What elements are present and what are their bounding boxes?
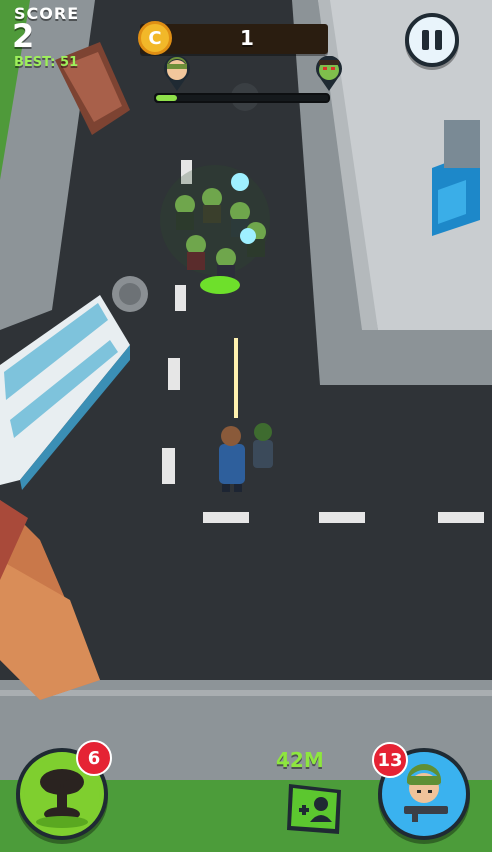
- distance-label: 42M: [276, 748, 324, 772]
- score-value: 2: [12, 17, 35, 55]
- soldier-count-badge: 13: [372, 742, 408, 778]
- best-score: BEST: 51: [14, 55, 79, 70]
- nuke-count-badge: 6: [76, 740, 112, 776]
- zombie-head-icon: [316, 56, 342, 91]
- coin-icon: C: [138, 21, 172, 55]
- wave-progress-fill: [156, 95, 177, 101]
- ally-character: [253, 423, 273, 468]
- player-head-icon: [164, 56, 190, 91]
- game-scene: [0, 0, 492, 852]
- add-ally-button[interactable]: [283, 782, 347, 840]
- pause-button[interactable]: [405, 13, 459, 67]
- pause-icon: [422, 30, 429, 50]
- coin-count: 1: [240, 26, 254, 50]
- wave-progress-bar: [154, 93, 330, 103]
